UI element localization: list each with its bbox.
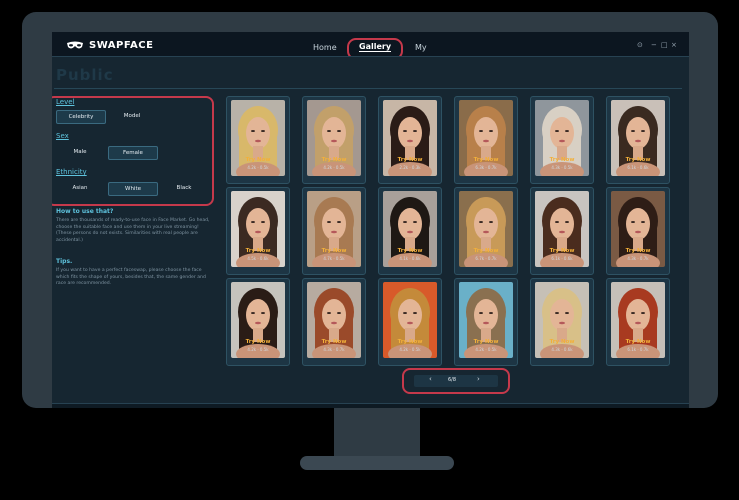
face-stats: 4.2k · 0.5k xyxy=(475,347,497,352)
face-stats: 4.2k · 0.5k xyxy=(247,165,269,170)
face-card[interactable]: Try Now 4.3k · 0.7k xyxy=(302,278,366,366)
level-model-option[interactable]: Model xyxy=(108,110,156,122)
face-stats: 4.2k · 0.5k xyxy=(247,347,269,352)
app-window: SWAPFACE Home Gallery My ⊙ − □ × Public … xyxy=(52,32,689,408)
face-stats: 4.2k · 0.5k xyxy=(323,165,345,170)
face-card[interactable]: Try Now 6.3k · 0.7k xyxy=(454,96,518,184)
try-now-label[interactable]: Try Now xyxy=(379,248,441,254)
sex-male-option[interactable]: Male xyxy=(56,146,104,158)
page-title: Public xyxy=(56,66,114,84)
ethnicity-white-option[interactable]: White xyxy=(108,182,158,196)
face-card[interactable]: Try Now 2.2k · 0.3k xyxy=(378,96,442,184)
ethnicity-black-option[interactable]: Black xyxy=(160,182,208,194)
face-stats: 6.7k · 0.7k xyxy=(475,256,497,261)
tips-text: If you want to have a perfect faceswap, … xyxy=(56,268,206,286)
try-now-label[interactable]: Try Now xyxy=(227,157,289,163)
try-now-label[interactable]: Try Now xyxy=(455,339,517,345)
face-card[interactable]: Try Now 6.7k · 0.7k xyxy=(454,187,518,275)
sex-female-option[interactable]: Female xyxy=(108,146,158,160)
filter-sex-label: Sex xyxy=(56,132,69,140)
howto-heading: How to use that? xyxy=(56,208,114,215)
face-card[interactable]: Try Now 4.3k · 0.5k xyxy=(530,96,594,184)
try-now-label[interactable]: Try Now xyxy=(455,157,517,163)
face-card[interactable]: Try Now 6.1k · 0.6k xyxy=(606,96,670,184)
app-name: SWAPFACE xyxy=(89,40,154,51)
face-card[interactable]: Try Now 4.5k · 0.6k xyxy=(226,187,290,275)
maximize-icon[interactable]: □ xyxy=(661,41,668,49)
face-card[interactable]: Try Now 4.2k · 0.5k xyxy=(302,96,366,184)
try-now-label[interactable]: Try Now xyxy=(379,339,441,345)
filter-level-label: Level xyxy=(56,98,75,106)
ethnicity-asian-option[interactable]: Asian xyxy=(56,182,104,194)
face-card[interactable]: Try Now 4.2k · 0.5k xyxy=(378,278,442,366)
prev-page-icon[interactable]: ‹ xyxy=(429,375,432,383)
face-stats: 6.1k · 0.6k xyxy=(551,256,573,261)
level-celebrity-option[interactable]: Celebrity xyxy=(56,110,106,124)
try-now-label[interactable]: Try Now xyxy=(607,248,669,254)
howto-text: There are thousands of ready-to-use face… xyxy=(56,218,210,243)
try-now-label[interactable]: Try Now xyxy=(227,248,289,254)
monitor-base xyxy=(300,456,454,470)
face-stats: 4.1k · 0.6k xyxy=(399,256,421,261)
face-grid: Try Now 4.2k · 0.5k Try Now 4.2k · 0.5k Try … xyxy=(226,96,686,376)
face-stats: 6.3k · 0.7k xyxy=(475,165,497,170)
face-stats: 4.7k · 0.5k xyxy=(323,256,345,261)
try-now-label[interactable]: Try Now xyxy=(227,339,289,345)
pagination-highlight: ‹ 6/8 › xyxy=(402,368,510,394)
title-divider xyxy=(54,88,682,89)
page-indicator: 6/8 xyxy=(448,377,457,383)
try-now-label[interactable]: Try Now xyxy=(531,157,593,163)
try-now-label[interactable]: Try Now xyxy=(455,248,517,254)
next-page-icon[interactable]: › xyxy=(477,375,480,383)
face-card[interactable]: Try Now 4.3k · 0.7k xyxy=(606,187,670,275)
settings-icon[interactable]: ⊙ xyxy=(637,41,643,49)
face-stats: 6.1k · 0.7k xyxy=(627,347,649,352)
try-now-label[interactable]: Try Now xyxy=(303,157,365,163)
face-card[interactable]: Try Now 4.2k · 0.5k xyxy=(226,96,290,184)
face-stats: 4.5k · 0.6k xyxy=(247,256,269,261)
face-card[interactable]: Try Now 4.3k · 0.6k xyxy=(530,278,594,366)
try-now-label[interactable]: Try Now xyxy=(607,157,669,163)
face-stats: 4.3k · 0.6k xyxy=(551,347,573,352)
face-stats: 4.3k · 0.7k xyxy=(323,347,345,352)
try-now-label[interactable]: Try Now xyxy=(379,157,441,163)
face-card[interactable]: Try Now 4.2k · 0.5k xyxy=(226,278,290,366)
face-card[interactable]: Try Now 6.1k · 0.6k xyxy=(530,187,594,275)
filter-ethnicity-label: Ethnicity xyxy=(56,168,87,176)
face-card[interactable]: Try Now 4.1k · 0.6k xyxy=(378,187,442,275)
face-stats: 4.2k · 0.5k xyxy=(399,347,421,352)
try-now-label[interactable]: Try Now xyxy=(531,339,593,345)
face-stats: 4.3k · 0.5k xyxy=(551,165,573,170)
try-now-label[interactable]: Try Now xyxy=(531,248,593,254)
close-icon[interactable]: × xyxy=(671,41,677,49)
tips-heading: Tips. xyxy=(56,258,73,265)
face-card[interactable]: Try Now 6.1k · 0.7k xyxy=(606,278,670,366)
try-now-label[interactable]: Try Now xyxy=(607,339,669,345)
app-logo: SWAPFACE xyxy=(66,40,153,51)
face-card[interactable]: Try Now 4.2k · 0.5k xyxy=(454,278,518,366)
minimize-icon[interactable]: − xyxy=(651,41,657,49)
face-stats: 2.2k · 0.3k xyxy=(399,165,421,170)
face-stats: 6.1k · 0.6k xyxy=(627,165,649,170)
mask-icon xyxy=(67,41,83,48)
face-stats: 4.3k · 0.7k xyxy=(627,256,649,261)
try-now-label[interactable]: Try Now xyxy=(303,339,365,345)
face-card[interactable]: Try Now 4.7k · 0.5k xyxy=(302,187,366,275)
try-now-label[interactable]: Try Now xyxy=(303,248,365,254)
monitor-stand xyxy=(334,408,420,456)
